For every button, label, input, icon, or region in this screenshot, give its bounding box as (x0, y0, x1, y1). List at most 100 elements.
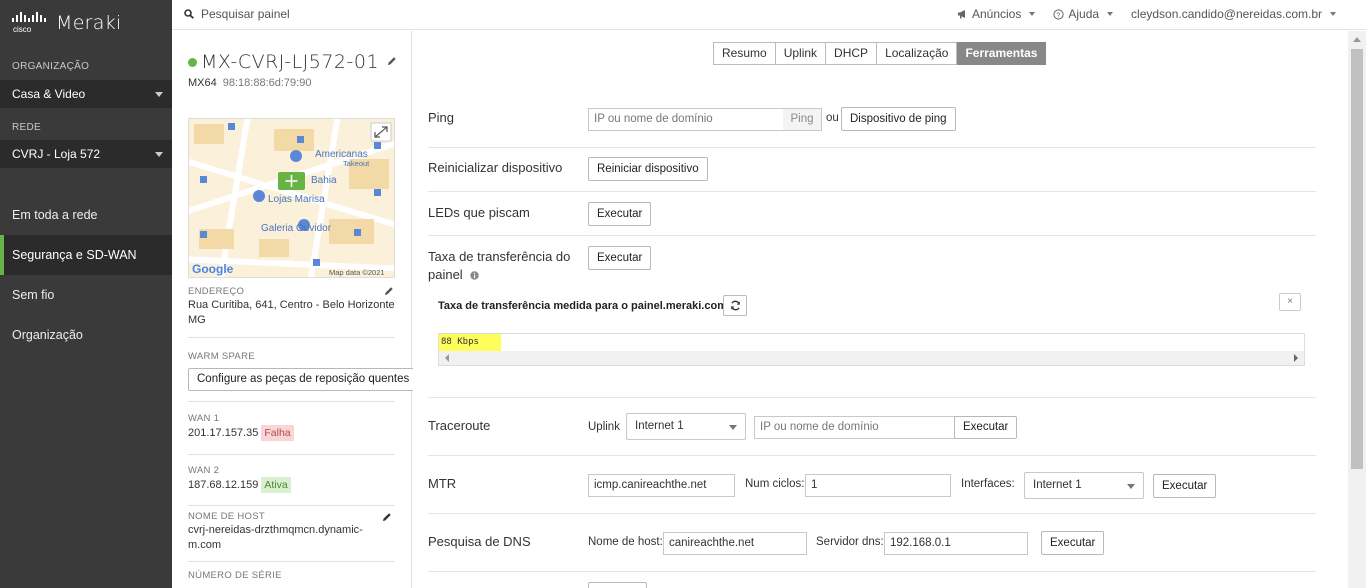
org-selector-value: Casa & Video (12, 87, 86, 101)
throughput-value: 88 Kbps (439, 334, 501, 352)
divider (188, 505, 395, 506)
divider (428, 147, 1316, 148)
wan1-ip: 201.17.157.35 (188, 427, 259, 439)
nav-item-wireless[interactable]: Sem fio (0, 275, 172, 315)
chevron-down-icon (1127, 484, 1135, 489)
dns-host-input[interactable]: canireachthe.net (663, 532, 807, 555)
wan2-ip: 187.68.12.159 (188, 479, 259, 491)
location-map[interactable]: Americanas Takeout Bahia Lojas Marisa Ga… (188, 118, 395, 278)
network-selector-value: CVRJ - Loja 572 (12, 147, 101, 161)
ping-addon: Ping (783, 108, 822, 131)
dashboard-search[interactable]: Pesquisar painel (184, 7, 290, 21)
ping-label: Ping (428, 110, 455, 125)
mtr-cycles-label: Num ciclos: (745, 478, 805, 490)
hostname-line1: cvrj-nereidas-drzthmqmcn.dynamic- (188, 524, 363, 536)
blink-leds-run-button[interactable]: Executar (588, 202, 652, 226)
wan2-value: 187.68.12.159 Ativa (188, 477, 291, 493)
or-label: ou (826, 112, 839, 124)
tab-tools[interactable]: Ferramentas (957, 42, 1047, 65)
svg-text:cisco: cisco (13, 25, 32, 34)
dns-server-input[interactable]: 192.168.0.1 (884, 532, 1028, 555)
divider (428, 455, 1316, 456)
ping-device-button[interactable]: Dispositivo de ping (841, 107, 956, 131)
brand-name: Meraki (56, 12, 122, 34)
hostname-line2: m.com (188, 539, 221, 551)
configure-warm-spare-button[interactable]: Configure as peças de reposição quentes (188, 368, 419, 391)
network-selector[interactable]: CVRJ - Loja 572 (0, 140, 172, 168)
scroll-left-icon[interactable] (445, 354, 449, 362)
traceroute-label: Traceroute (428, 418, 491, 433)
scroll-up-icon[interactable] (1353, 37, 1361, 42)
nav-item-network-wide[interactable]: Em toda a rede (0, 195, 172, 235)
org-selector[interactable]: Casa & Video (0, 80, 172, 108)
chevron-down-icon (1107, 12, 1114, 16)
mtr-interfaces-select[interactable]: Internet 1 (1024, 472, 1144, 499)
svg-text:Map data ©2021: Map data ©2021 (329, 268, 385, 277)
device-model: MX64 (188, 77, 217, 89)
mtr-run-button[interactable]: Executar (1153, 474, 1217, 498)
chevron-down-icon (729, 425, 737, 430)
megaphone-icon (957, 10, 965, 19)
mtr-cycles-input[interactable]: 1 (805, 474, 951, 497)
blink-leds-label: LEDs que piscam (428, 205, 530, 220)
svg-text:Galeria Ouvidor: Galeria Ouvidor (261, 223, 332, 234)
reboot-device-button[interactable]: Reiniciar dispositivo (588, 157, 708, 181)
wan1-label: WAN 1 (188, 413, 220, 424)
edit-address-pencil-icon[interactable] (384, 285, 394, 299)
mtr-host-input[interactable]: icmp.canireachthe.net (588, 474, 735, 497)
help-icon: ? (1053, 8, 1064, 20)
traceroute-uplink-select[interactable]: Internet 1 (626, 413, 746, 440)
org-section-label: ORGANIZAÇÃO (12, 61, 90, 72)
mtr-label: MTR (428, 476, 457, 491)
edit-name-pencil-icon[interactable] (387, 55, 397, 69)
edit-hostname-pencil-icon[interactable] (382, 511, 392, 525)
info-icon[interactable] (470, 271, 480, 280)
chevron-down-icon (155, 152, 163, 157)
traceroute-run-button[interactable]: Executar (954, 416, 1018, 439)
horizontal-scrollbar[interactable] (439, 351, 1304, 365)
dns-run-button[interactable]: Executar (1041, 531, 1105, 555)
throughput-run-button[interactable]: Executar (588, 246, 652, 270)
user-menu[interactable]: cleydson.candido@nereidas.com.br (1131, 7, 1336, 21)
tab-uplink[interactable]: Uplink (775, 42, 827, 65)
close-result-button[interactable]: × (1279, 293, 1301, 311)
refresh-button[interactable] (723, 295, 747, 316)
scroll-right-icon[interactable] (1294, 354, 1298, 362)
partial-button[interactable] (588, 582, 647, 588)
device-panel: MX-CVRJ-LJ572-01 MX64 98:18:88:6d:79:90 (172, 31, 419, 588)
network-section-label: REDE (12, 122, 41, 133)
chevron-down-icon (1330, 12, 1336, 16)
throughput-label-line1: Taxa de transferência do (428, 249, 571, 264)
svg-text:Lojas Marisa: Lojas Marisa (268, 194, 325, 205)
meraki-logo[interactable]: cisco Meraki (12, 8, 122, 38)
announcements-menu[interactable]: Anúncios (957, 7, 1036, 21)
chevron-down-icon (155, 92, 163, 97)
left-nav: cisco Meraki ORGANIZAÇÃO Casa & Video RE… (0, 0, 172, 588)
vertical-scrollbar[interactable] (1348, 31, 1366, 588)
device-tabs: Resumo Uplink DHCP Localização Ferrament… (713, 42, 1047, 65)
chevron-down-icon (1029, 12, 1036, 16)
status-online-icon (188, 57, 197, 67)
help-menu[interactable]: ? Ajuda (1053, 7, 1114, 21)
ping-target-input[interactable]: IP ou nome de domínio (588, 108, 784, 131)
search-input[interactable]: Pesquisar painel (201, 7, 290, 21)
uplink-label: Uplink (588, 421, 620, 433)
refresh-icon (730, 300, 740, 311)
divider (188, 561, 395, 562)
divider (428, 235, 1316, 236)
tab-location[interactable]: Localização (877, 42, 958, 65)
tab-summary[interactable]: Resumo (713, 42, 776, 65)
divider (188, 337, 395, 338)
svg-text:Bahia: Bahia (311, 175, 337, 186)
nav-item-organization[interactable]: Organização (0, 315, 172, 355)
tools-panel: Resumo Uplink DHCP Localização Ferrament… (413, 31, 1333, 588)
throughput-label-line2: painel (428, 267, 480, 282)
hostname-label: NOME DE HOST (188, 511, 265, 522)
device-name: MX-CVRJ-LJ572-01 (201, 51, 380, 73)
reboot-label: Reinicializar dispositivo (428, 160, 563, 175)
scrollbar-thumb[interactable] (1351, 49, 1363, 469)
traceroute-target-input[interactable]: IP ou nome de domínio (754, 416, 955, 439)
throughput-result-title: Taxa de transferência medida para o pain… (438, 300, 727, 312)
nav-item-security-sdwan[interactable]: Segurança e SD-WAN (0, 235, 172, 275)
tab-dhcp[interactable]: DHCP (826, 42, 878, 65)
